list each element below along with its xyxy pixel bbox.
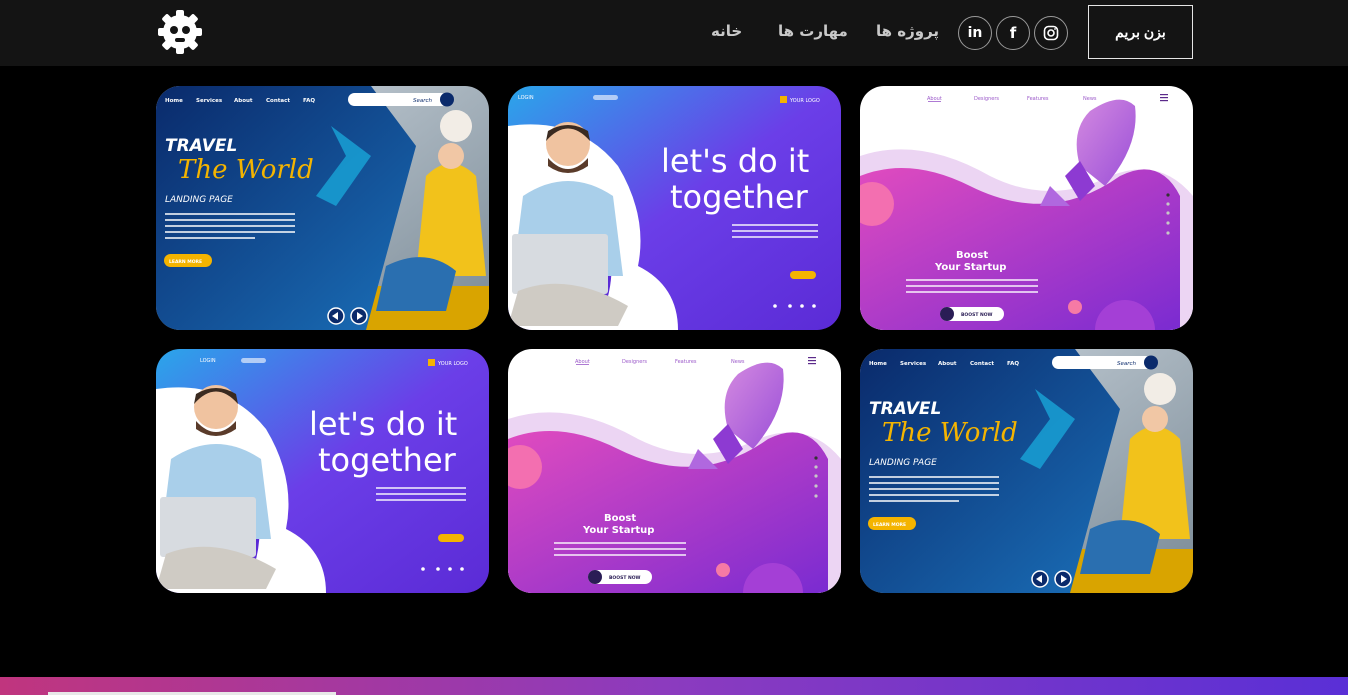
linkedin-icon: in: [967, 25, 983, 41]
project-card-travel[interactable]: Home Services About Contact FAQ Search T…: [156, 86, 489, 330]
travel-subtitle: LANDING PAGE: [165, 195, 233, 205]
boost-nav-link: Designers: [974, 96, 999, 102]
boost-headline-1: Boost: [956, 250, 988, 261]
boost-headline-2: Your Startup: [582, 525, 654, 536]
together-headline-1: let's do it: [661, 142, 809, 180]
search-placeholder: Search: [1117, 361, 1137, 367]
login-link: LOGIN: [518, 95, 534, 101]
travel-landing-preview: Home Services About Contact FAQ Search T…: [156, 86, 489, 330]
nav-link: About: [234, 98, 253, 104]
gear-robot-logo-icon[interactable]: [155, 8, 205, 56]
boost-now-button: BOOST NOW: [961, 312, 993, 318]
boost-headline-2: Your Startup: [934, 262, 1006, 273]
together-landing-preview: LOGIN YOUR LOGO let's do it together: [508, 86, 841, 330]
boost-nav-link: News: [1083, 96, 1097, 102]
boost-nav-link: News: [731, 359, 745, 365]
travel-learn-more: LEARN MORE: [873, 522, 906, 528]
boost-nav-link: Features: [1027, 96, 1049, 102]
nav-link: Home: [165, 98, 183, 104]
nav-skills[interactable]: مهارت ها: [778, 22, 848, 40]
boost-nav-link: Features: [675, 359, 697, 365]
together-headline-1: let's do it: [309, 405, 457, 443]
lets-go-button[interactable]: بزن بریم: [1088, 5, 1193, 59]
travel-title: TRAVEL: [869, 399, 941, 419]
boost-now-button: BOOST NOW: [609, 575, 641, 581]
together-headline-2: together: [670, 178, 809, 216]
boost-nav-link: Designers: [622, 359, 647, 365]
site-header: خانه مهارت ها پروژه ها in f بزن بریم: [0, 0, 1348, 66]
nav-link: Services: [196, 98, 223, 104]
travel-landing-preview: Home Services About Contact FAQ Search T…: [860, 349, 1193, 593]
your-logo: YOUR LOGO: [437, 361, 468, 367]
project-card-boost[interactable]: About Designers Features News Boost Your…: [860, 86, 1193, 330]
nav-link: Contact: [266, 98, 290, 104]
search-placeholder: Search: [413, 98, 433, 104]
project-card-boost-2[interactable]: About Designers Features News Boost Your…: [508, 349, 841, 593]
facebook-icon: f: [1009, 24, 1017, 42]
project-card-together[interactable]: LOGIN YOUR LOGO let's do it together: [508, 86, 841, 330]
project-card-travel-2[interactable]: Home Services About Contact FAQ Search T…: [860, 349, 1193, 593]
login-link: LOGIN: [200, 358, 216, 364]
nav-link: Services: [900, 361, 927, 367]
linkedin-button[interactable]: in: [958, 16, 992, 50]
nav-link: About: [938, 361, 957, 367]
together-landing-preview: LOGIN YOUR LOGO let's do it together: [156, 349, 489, 593]
instagram-icon: [1043, 25, 1059, 41]
travel-learn-more: LEARN MORE: [169, 259, 202, 265]
your-logo: YOUR LOGO: [789, 98, 820, 104]
nav-home[interactable]: خانه: [711, 22, 742, 40]
travel-subtitle: LANDING PAGE: [869, 458, 937, 468]
nav-link: Home: [869, 361, 887, 367]
nav-link: FAQ: [1007, 361, 1019, 367]
project-card-together-2[interactable]: LOGIN YOUR LOGO let's do it together: [156, 349, 489, 593]
travel-script-title: The World: [178, 155, 314, 185]
nav-projects[interactable]: پروژه ها: [876, 22, 939, 40]
boost-landing-preview: About Designers Features News Boost Your…: [860, 86, 1193, 330]
instagram-button[interactable]: [1034, 16, 1068, 50]
travel-script-title: The World: [882, 418, 1018, 448]
facebook-button[interactable]: f: [996, 16, 1030, 50]
together-headline-2: together: [318, 441, 457, 479]
nav-link: Contact: [970, 361, 994, 367]
nav-link: FAQ: [303, 98, 315, 104]
boost-landing-preview: About Designers Features News Boost Your…: [508, 349, 841, 593]
travel-title: TRAVEL: [165, 136, 237, 156]
boost-headline-1: Boost: [604, 513, 636, 524]
